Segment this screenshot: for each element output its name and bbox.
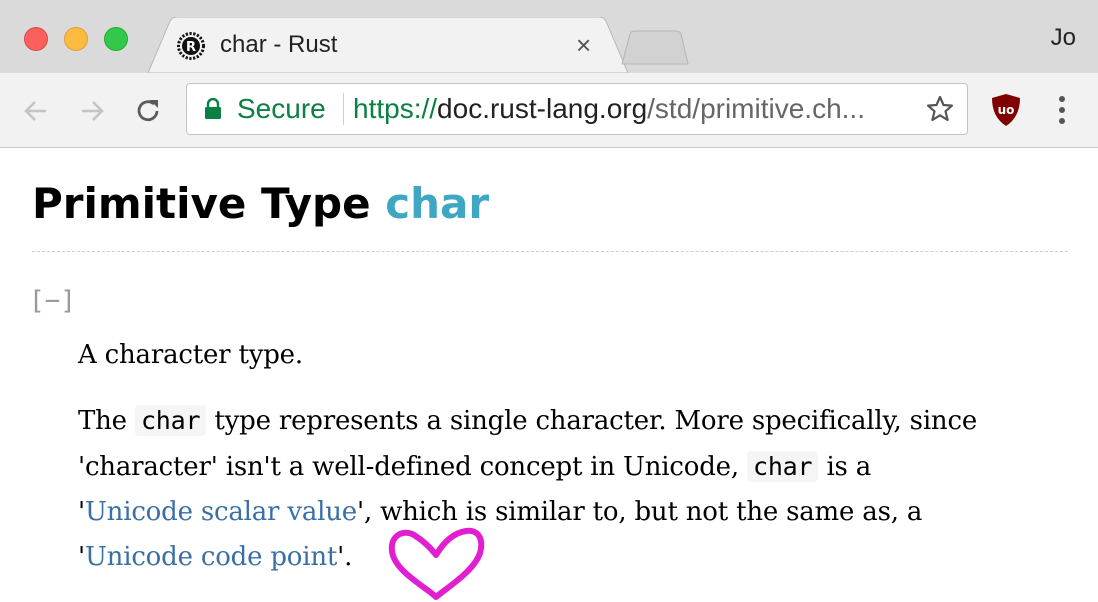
url-host: doc.rust-lang.org	[437, 93, 648, 124]
arrow-left-icon	[24, 101, 46, 121]
text-span: is a	[818, 452, 872, 482]
maximize-window-button[interactable]	[104, 27, 128, 51]
address-separator	[343, 93, 344, 125]
svg-text:uo: uo	[998, 103, 1015, 117]
reload-button[interactable]	[128, 91, 168, 131]
inline-code-char: char	[134, 405, 207, 436]
text-span: 'character' isn't a well-defined concept…	[78, 452, 747, 482]
text-span: The	[78, 406, 135, 436]
doc-line-1: The char type represents a single charac…	[78, 398, 977, 444]
page-title: Primitive Type char	[32, 177, 489, 231]
tab-title: char - Rust	[220, 31, 338, 58]
address-bar[interactable]: Secure https://doc.rust-lang.org/std/pri…	[186, 83, 968, 135]
minimize-window-button[interactable]	[64, 27, 88, 51]
page-title-type-name: char	[385, 179, 490, 228]
text-span: type represents a single character. More…	[206, 406, 978, 436]
heart-drawing	[388, 527, 485, 600]
rust-logo-icon: R	[177, 32, 205, 60]
url-scheme: https://	[353, 93, 438, 124]
tab-active[interactable]: R char - Rust ×	[148, 17, 628, 73]
window-titlebar: R char - Rust × Jo	[0, 0, 1098, 73]
doc-description: The char type represents a single charac…	[78, 398, 977, 580]
forward-button[interactable]	[72, 91, 112, 131]
text-span: '.	[337, 542, 353, 572]
doc-line-3: 'Unicode scalar value', which is similar…	[78, 490, 977, 535]
secure-label: Secure	[237, 93, 326, 124]
browser-toolbar: Secure https://doc.rust-lang.org/std/pri…	[0, 73, 1098, 148]
profile-name[interactable]: Jo	[1051, 24, 1076, 52]
ublock-origin-icon[interactable]: uo	[990, 93, 1022, 127]
tab-close-icon[interactable]: ×	[576, 30, 591, 60]
arrow-right-icon	[82, 101, 104, 121]
doc-line-2: 'character' isn't a well-defined concept…	[78, 444, 977, 490]
new-tab-button[interactable]	[618, 30, 690, 66]
reload-icon	[137, 100, 159, 122]
url-path: /std/primitive.ch...	[647, 93, 865, 124]
title-divider	[32, 251, 1068, 252]
text-span: '	[78, 497, 85, 527]
page-content: Primitive Type char [−] A character type…	[0, 149, 1098, 602]
url-text[interactable]: https://doc.rust-lang.org/std/primitive.…	[353, 93, 865, 125]
lock-icon	[205, 98, 221, 119]
text-span: ', which is similar to, but not the same…	[357, 497, 923, 527]
unicode-scalar-value-link[interactable]: Unicode scalar value	[85, 497, 357, 527]
back-button[interactable]	[16, 91, 56, 131]
collapse-toggle[interactable]: [−]	[29, 283, 76, 319]
unicode-code-point-link[interactable]: Unicode code point	[85, 542, 337, 572]
bookmark-star-icon[interactable]	[925, 94, 955, 124]
text-span: '	[78, 542, 85, 572]
doc-summary: A character type.	[78, 340, 303, 370]
svg-text:R: R	[186, 40, 196, 55]
inline-code-char: char	[746, 451, 819, 482]
more-menu-icon[interactable]	[1050, 90, 1074, 130]
close-window-button[interactable]	[24, 27, 48, 51]
page-title-prefix: Primitive Type	[32, 179, 386, 228]
doc-line-4: 'Unicode code point'.	[78, 535, 977, 580]
